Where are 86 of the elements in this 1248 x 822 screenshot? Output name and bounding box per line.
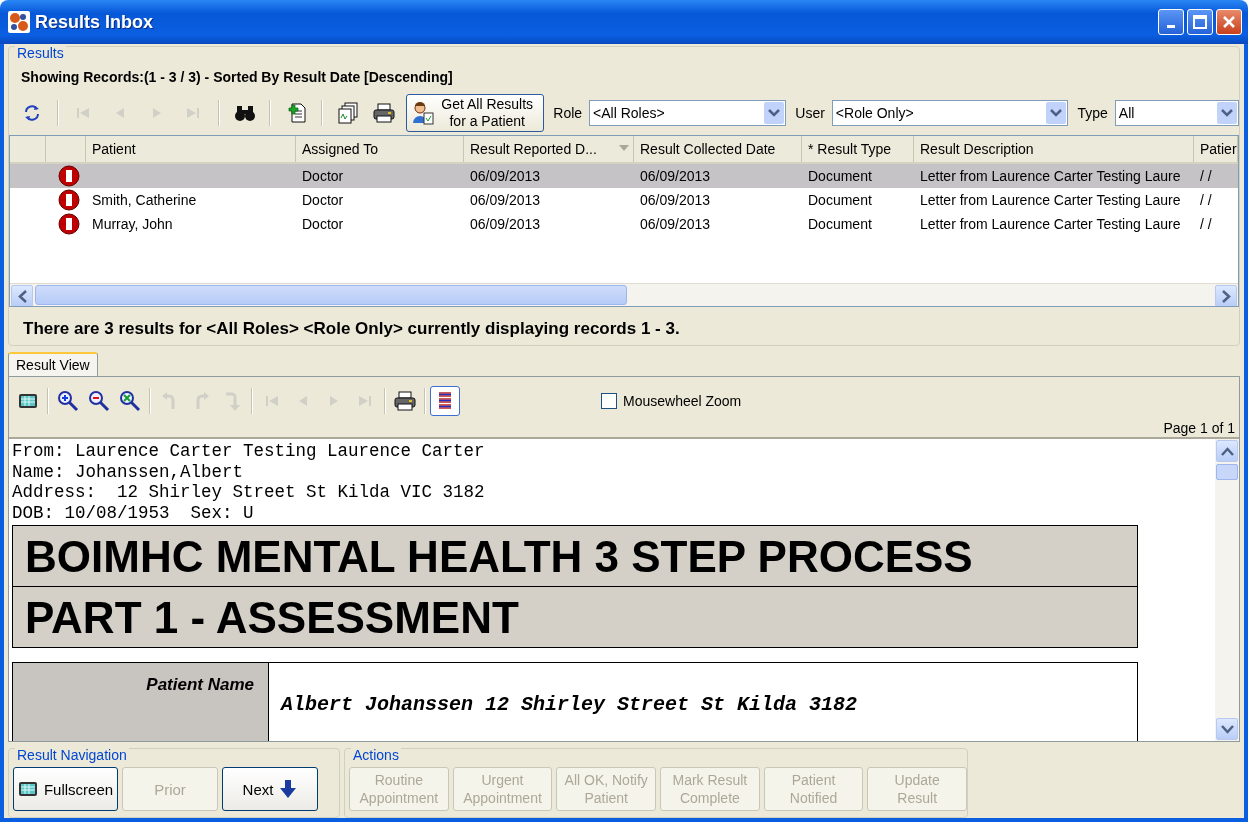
table-cell: Letter from Laurence Carter Testing Laure	[920, 192, 1181, 208]
table-cell: Letter from Laurence Carter Testing Laure	[920, 216, 1181, 232]
table-cell: 06/09/2013	[470, 216, 541, 232]
horizontal-scrollbar[interactable]	[10, 283, 1238, 306]
checkbox-label: Mousewheel Zoom	[623, 393, 742, 409]
sort-arrow-icon	[619, 145, 629, 151]
binoculars-icon[interactable]	[233, 104, 256, 122]
table-cell: Doctor	[302, 192, 344, 208]
zoom-in-icon[interactable]	[57, 390, 79, 412]
filter-label: Type	[1077, 105, 1108, 121]
scroll-thumb[interactable]	[35, 285, 627, 305]
document-heading: PART 1 - ASSESSMENT	[13, 586, 1137, 647]
table-cell: Smith, Catherine	[92, 192, 197, 208]
screen-icon[interactable]	[18, 392, 38, 410]
table-row[interactable]: Murray, John Doctor 06/09/2013 06/09/2013 Document Letter from Laurence Carter Testing Laure / /	[10, 212, 1238, 236]
column-header[interactable]: Result Reported D...	[464, 136, 634, 162]
table-cell: Document	[808, 192, 872, 208]
scroll-left-button[interactable]	[11, 285, 33, 306]
document-line: DOB: 10/08/1953 Sex: U	[12, 502, 254, 523]
maximize-icon	[1192, 14, 1208, 30]
table-cell: 06/09/2013	[640, 192, 711, 208]
table-cell: / /	[1200, 168, 1212, 184]
get-all-results-button[interactable]: Get All Results for a Patient	[406, 94, 545, 132]
down-arrow-icon	[279, 779, 298, 799]
scroll-down-button[interactable]	[1216, 718, 1238, 740]
scroll-up-button[interactable]	[1216, 440, 1238, 462]
column-header[interactable]: Result Description	[914, 136, 1194, 162]
zoom-out-icon[interactable]	[88, 390, 110, 412]
lines-button[interactable]	[430, 386, 460, 416]
table-row[interactable]: Smith, Catherine Doctor 06/09/2013 06/09/2013 Document Letter from Laurence Carter Testing Laure / /	[10, 188, 1238, 212]
column-header[interactable]: Patient	[86, 136, 296, 162]
mousewheel-zoom-checkbox[interactable]	[601, 393, 617, 409]
minimize-icon	[1167, 24, 1175, 28]
patient-icon	[411, 101, 436, 125]
table-cell: Doctor	[302, 216, 344, 232]
scroll-right-button[interactable]	[1215, 285, 1237, 306]
group-legend: Results	[15, 45, 66, 61]
document-line: Name: Johanssen,Albert	[12, 461, 244, 482]
documents-icon[interactable]	[336, 102, 359, 124]
group-legend: Actions	[351, 747, 401, 763]
group-legend: Result Navigation	[15, 747, 129, 763]
table-cell: 06/09/2013	[470, 192, 541, 208]
field-value: Albert Johanssen 12 Shirley Street St Kilda 3182	[279, 692, 858, 718]
table-cell: / /	[1200, 216, 1212, 232]
filter-dropdown[interactable]: All	[1114, 100, 1240, 126]
filter-label: User	[795, 105, 825, 121]
close-icon	[1221, 14, 1237, 30]
document-line: Address: 12 Shirley Street St Kilda VIC 3182	[12, 482, 485, 502]
table-cell: Letter from Laurence Carter Testing Laure	[920, 168, 1181, 184]
document-heading: BOIMHC MENTAL HEALTH 3 STEP PROCESS	[13, 526, 1137, 586]
result-view-tab[interactable]: Result View	[8, 352, 98, 376]
app-icon	[8, 11, 30, 33]
table-cell: Doctor	[302, 168, 344, 184]
records-status: Showing Records:(1 - 3 / 3) - Sorted By Result Date [Descending]	[21, 69, 454, 85]
table-cell: Document	[808, 216, 872, 232]
minimize-button[interactable]	[1158, 9, 1184, 35]
navigation-button[interactable]: Fullscreen	[13, 767, 118, 811]
field-label: Patient Name	[146, 675, 254, 694]
vertical-scrollbar[interactable]	[1215, 439, 1239, 741]
table-cell: 06/09/2013	[640, 216, 711, 232]
table-row[interactable]: Doctor 06/09/2013 06/09/2013 Document Letter from Laurence Carter Testing Laure / /	[10, 164, 1238, 188]
filter-label: Role	[553, 105, 583, 121]
filter-dropdown[interactable]: <All Roles>	[589, 100, 787, 126]
results-summary: There are 3 results for <All Roles> <Role Only> currently displaying records 1 - 3.	[23, 319, 681, 339]
window-title: Results Inbox	[35, 11, 155, 33]
column-header[interactable]: * Result Type	[802, 136, 914, 162]
table-cell: 06/09/2013	[470, 168, 541, 184]
screen-icon	[17, 780, 38, 798]
maximize-button[interactable]	[1187, 9, 1213, 35]
add-document-icon[interactable]	[285, 102, 308, 124]
zoom-fit-icon[interactable]	[119, 390, 141, 412]
printer-icon[interactable]	[393, 391, 417, 411]
table-cell: Document	[808, 168, 872, 184]
page-indicator: Page 1 of 1	[1163, 420, 1235, 436]
scroll-thumb[interactable]	[1216, 464, 1238, 480]
table-cell: / /	[1200, 192, 1212, 208]
column-header[interactable]: Result Collected Date	[634, 136, 802, 162]
filter-dropdown[interactable]: <Role Only>	[831, 100, 1069, 126]
navigation-button[interactable]: Next	[222, 767, 318, 811]
table-cell: 06/09/2013	[640, 168, 711, 184]
close-button[interactable]	[1216, 9, 1242, 35]
document-line: From: Laurence Carter Testing Laurence Carter	[12, 441, 485, 461]
table-cell: Murray, John	[92, 216, 173, 232]
printer-icon[interactable]	[372, 103, 397, 123]
column-header[interactable]: Patier	[1194, 136, 1238, 162]
column-header[interactable]: Assigned To	[296, 136, 464, 162]
